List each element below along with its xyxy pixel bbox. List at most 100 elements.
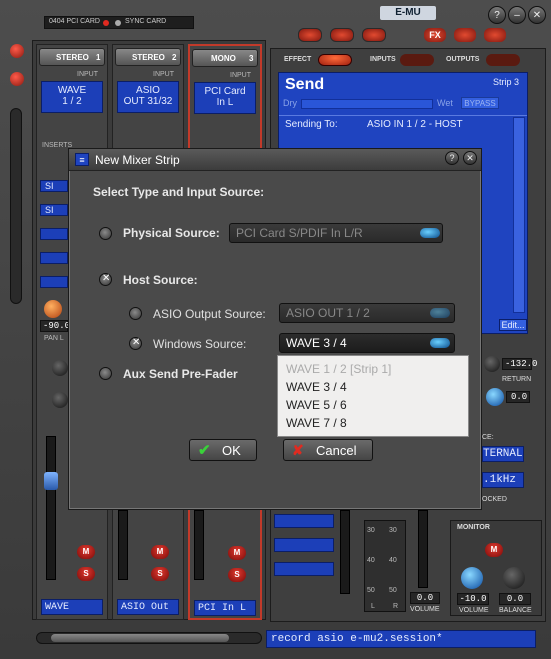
dialog-heading: Select Type and Input Source: bbox=[93, 185, 265, 199]
monitor-volume-knob-icon[interactable] bbox=[461, 567, 483, 589]
fader-track-3[interactable] bbox=[194, 510, 204, 580]
fader-handle-1[interactable] bbox=[44, 472, 58, 490]
vertical-scrollbar[interactable] bbox=[10, 108, 22, 304]
input-line-1: PCI Card bbox=[204, 86, 246, 97]
cancel-x-icon: ✘ bbox=[292, 442, 304, 458]
fx-button[interactable]: FX bbox=[424, 28, 446, 42]
brand-text: E-MU bbox=[395, 7, 421, 18]
record-button[interactable] bbox=[454, 28, 476, 42]
solo-button[interactable]: S bbox=[151, 567, 169, 581]
sending-to-label: Sending To: bbox=[285, 119, 338, 130]
strip-number: 3 bbox=[249, 54, 254, 63]
insert-slot-3[interactable] bbox=[40, 228, 68, 240]
solo-button[interactable]: S bbox=[77, 567, 95, 581]
mute-button[interactable]: M bbox=[228, 546, 246, 560]
menu-button[interactable] bbox=[484, 28, 506, 42]
asio-output-select[interactable]: ASIO OUT 1 / 2 bbox=[279, 303, 455, 323]
master-fader-track[interactable] bbox=[418, 510, 428, 588]
dropdown-option[interactable]: WAVE 5 / 6 bbox=[286, 398, 347, 412]
asio-output-radio[interactable] bbox=[129, 307, 142, 320]
insert-slot-1[interactable]: SI bbox=[40, 180, 68, 192]
strip-3-name[interactable]: PCI In L bbox=[194, 600, 256, 616]
monitor-volume-value: -10.0 bbox=[457, 593, 489, 605]
edit-button[interactable]: Edit... bbox=[499, 319, 527, 331]
add-strip-icon[interactable] bbox=[10, 44, 24, 58]
inputs-tab-button[interactable] bbox=[400, 54, 434, 66]
send-slot-2[interactable] bbox=[274, 538, 334, 552]
aux-knob-1-icon[interactable] bbox=[52, 360, 68, 376]
aux-knob-2-icon[interactable] bbox=[52, 392, 68, 408]
physical-source-value: PCI Card S/PDIF In L/R bbox=[236, 226, 363, 240]
strip-1-input-display[interactable]: WAVE 1 / 2 bbox=[41, 81, 103, 113]
fx-label: FX bbox=[429, 30, 441, 40]
remove-strip-icon[interactable] bbox=[10, 72, 24, 86]
save-session-button[interactable] bbox=[362, 28, 386, 42]
return-level: -132.0 bbox=[502, 358, 537, 370]
outputs-tab-label: OUTPUTS bbox=[446, 56, 480, 63]
windows-source-select[interactable]: WAVE 3 / 4 bbox=[279, 333, 455, 353]
new-session-button[interactable] bbox=[298, 28, 322, 42]
minimize-icon[interactable]: – bbox=[508, 6, 526, 24]
dropdown-option[interactable]: WAVE 3 / 4 bbox=[286, 380, 347, 394]
brand-logo: E-MU bbox=[380, 6, 436, 20]
monitor-balance-knob-icon[interactable] bbox=[503, 567, 525, 589]
clock-source-display[interactable]: TERNAL bbox=[482, 446, 524, 462]
cancel-button[interactable]: ✘ Cancel bbox=[283, 439, 373, 461]
bypass-button[interactable]: BYPASS bbox=[461, 97, 499, 109]
strip-2-input-display[interactable]: ASIO OUT 31/32 bbox=[117, 81, 179, 113]
input-line-1: WAVE bbox=[57, 85, 87, 96]
outputs-tab-button[interactable] bbox=[486, 54, 520, 66]
ok-button[interactable]: ✔ OK bbox=[189, 439, 257, 461]
wet-label: Wet bbox=[437, 98, 453, 108]
return-volume-knob-icon[interactable] bbox=[486, 388, 504, 406]
strip-number: 1 bbox=[96, 53, 101, 62]
monitor-balance-value: 0.0 bbox=[499, 593, 531, 605]
pan-knob-icon[interactable] bbox=[44, 300, 62, 318]
dropdown-option[interactable]: WAVE 7 / 8 bbox=[286, 416, 347, 430]
insert-slot-5[interactable] bbox=[40, 276, 68, 288]
dialog-close-icon[interactable]: ✕ bbox=[463, 151, 477, 165]
mute-button[interactable]: M bbox=[77, 545, 95, 559]
effect-tab-button[interactable] bbox=[318, 54, 352, 66]
help-icon[interactable]: ? bbox=[488, 6, 506, 24]
windows-source-radio[interactable] bbox=[129, 337, 142, 350]
send-list-scrollbar[interactable] bbox=[513, 117, 525, 313]
host-source-radio[interactable] bbox=[99, 273, 112, 286]
dialog-help-icon[interactable]: ? bbox=[445, 151, 459, 165]
solo-button[interactable]: S bbox=[228, 568, 246, 582]
strip-1-name[interactable]: WAVE bbox=[41, 599, 103, 615]
insert-slot-label: SI bbox=[45, 205, 54, 215]
dialog-menu-icon[interactable]: ≡ bbox=[75, 153, 89, 166]
sending-to-value: ASIO IN 1 / 2 - HOST bbox=[367, 119, 463, 130]
fader-track-2[interactable] bbox=[118, 510, 128, 580]
physical-source-select[interactable]: PCI Card S/PDIF In L/R bbox=[229, 223, 443, 243]
fader-track-1[interactable] bbox=[46, 436, 56, 580]
aux-send-radio[interactable] bbox=[99, 367, 112, 380]
scroll-thumb[interactable] bbox=[51, 634, 229, 642]
input-line-1: ASIO bbox=[136, 85, 160, 96]
effect-tab-label: EFFECT bbox=[284, 56, 312, 63]
new-mixer-strip-dialog: ≡ New Mixer Strip ? ✕ Select Type and In… bbox=[68, 148, 482, 510]
monitor-mute-button[interactable]: M bbox=[485, 543, 503, 557]
dry-wet-slider[interactable] bbox=[301, 99, 433, 109]
close-icon[interactable]: ✕ bbox=[528, 6, 546, 24]
return-knob-icon[interactable] bbox=[484, 356, 500, 372]
pan-value: -90.0 bbox=[40, 320, 70, 332]
horizontal-scrollbar[interactable] bbox=[36, 632, 262, 644]
strip-3-input-display[interactable]: PCI Card In L bbox=[194, 82, 256, 114]
open-session-button[interactable] bbox=[330, 28, 354, 42]
sample-rate-display[interactable]: .1kHz bbox=[482, 472, 524, 488]
send-slot-3[interactable] bbox=[274, 562, 334, 576]
send-slot-1[interactable] bbox=[274, 514, 334, 528]
edit-label: Edit... bbox=[501, 320, 525, 330]
mute-button[interactable]: M bbox=[151, 545, 169, 559]
strip-number: 2 bbox=[172, 53, 177, 62]
physical-source-radio[interactable] bbox=[99, 227, 112, 240]
output-meters: 30 40 50 30 40 50 L R bbox=[364, 520, 406, 612]
insert-slot-2[interactable]: SI bbox=[40, 204, 68, 216]
strip-2-name[interactable]: ASIO Out bbox=[117, 599, 179, 615]
dropdown-option-disabled: WAVE 1 / 2 [Strip 1] bbox=[286, 362, 392, 376]
insert-slot-4[interactable] bbox=[40, 252, 68, 264]
monitor-label: MONITOR bbox=[457, 524, 490, 531]
send-fader-track[interactable] bbox=[340, 510, 350, 594]
